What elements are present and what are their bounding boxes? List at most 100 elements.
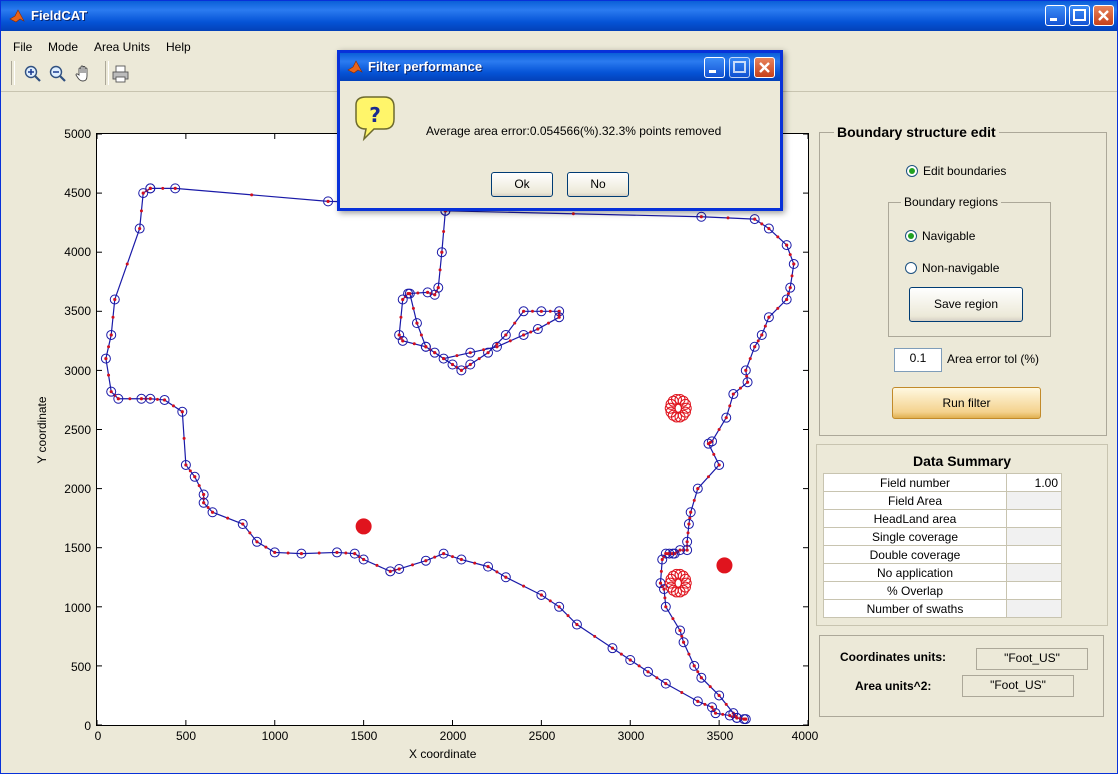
summary-value[interactable]: [1006, 563, 1062, 582]
summary-label: Double coverage: [823, 545, 1007, 564]
boundary-point-dot: [660, 557, 664, 562]
area-error-tol-input[interactable]: 0.1: [894, 348, 942, 372]
filtered-point-dot: [107, 345, 111, 349]
boundary-point-dot: [109, 333, 113, 337]
boundary-point-dot: [767, 226, 771, 231]
close-button[interactable]: [1093, 5, 1114, 26]
plot-area[interactable]: [96, 133, 809, 726]
window-title: FieldCAT: [31, 8, 88, 23]
summary-value[interactable]: [1006, 491, 1062, 510]
run-filter-button[interactable]: Run filter: [892, 387, 1041, 419]
ok-button[interactable]: Ok: [491, 172, 553, 197]
boundary-point-dot: [742, 717, 746, 721]
filtered-point-dot: [161, 186, 165, 190]
print-icon[interactable]: [111, 64, 131, 84]
filtered-point-dot: [548, 309, 552, 313]
menu-help[interactable]: Help: [166, 40, 191, 54]
zoom-out-icon[interactable]: [48, 64, 68, 84]
boundary-point-dot: [139, 397, 144, 401]
filtered-point-dot: [790, 274, 794, 278]
non-navigable-radio[interactable]: [905, 262, 917, 274]
no-button[interactable]: No: [567, 172, 629, 197]
x-tick-label: 2000: [439, 729, 467, 743]
dialog-minimize-button[interactable]: [704, 57, 725, 78]
boundary-point-dot: [628, 658, 632, 662]
filtered-point-dot: [708, 685, 712, 689]
boundary-point-dot: [273, 550, 277, 555]
boundary-point-dot: [731, 392, 735, 396]
minimize-icon: [1050, 18, 1057, 21]
summary-value[interactable]: [1006, 527, 1062, 546]
boundary-point-dot: [436, 286, 440, 290]
filtered-point-dot: [619, 652, 623, 656]
zoom-in-icon[interactable]: [23, 64, 43, 84]
boundary-point-dot: [696, 487, 700, 491]
filtered-point-dot: [139, 209, 143, 213]
boundary-point-dot: [113, 297, 117, 302]
x-tick-label: 1000: [261, 729, 289, 743]
filtered-point-dot: [197, 484, 201, 488]
filtered-point-dot: [111, 315, 115, 319]
menu-area-units[interactable]: Area Units: [94, 40, 150, 54]
navigable-radio[interactable]: [905, 230, 917, 242]
table-row: Field number 1.00: [823, 473, 1062, 492]
filtered-point-dot: [760, 222, 764, 226]
boundary-point-dot: [689, 510, 693, 514]
area-units-label: Area units^2:: [855, 679, 932, 693]
summary-label: Number of swaths: [823, 599, 1007, 618]
table-row: No application: [823, 563, 1062, 582]
minimize-button[interactable]: [1045, 5, 1066, 26]
filtered-point-dot: [763, 324, 767, 328]
boundary-point-dot: [753, 217, 757, 221]
filtered-point-dot: [226, 516, 230, 520]
filtered-point-dot: [477, 357, 481, 361]
boundary-point-dot: [664, 605, 668, 609]
summary-value[interactable]: 1.00: [1006, 473, 1062, 492]
filtered-point-dot: [712, 452, 716, 456]
menu-mode[interactable]: Mode: [48, 40, 78, 54]
boundary-point-dot: [193, 475, 197, 479]
menu-file[interactable]: File: [13, 40, 32, 54]
boundary-point-dot: [687, 522, 691, 526]
dialog-title: Filter performance: [368, 59, 483, 74]
summary-value[interactable]: [1006, 581, 1062, 600]
filtered-point-dot: [659, 569, 663, 573]
save-region-button[interactable]: Save region: [909, 287, 1023, 322]
filtered-point-dot: [548, 599, 552, 603]
boundary-point-dot: [728, 713, 732, 718]
y-tick-label: 3500: [64, 304, 91, 318]
boundary-edit-group: Boundary structure edit Edit boundaries …: [819, 124, 1107, 436]
boundary-point-dot: [442, 552, 446, 556]
boundary-point-dot: [692, 664, 696, 668]
filtered-point-dot: [433, 351, 437, 355]
boundary-regions-group: Boundary regions Navigable Non-navigable…: [888, 195, 1051, 337]
filtered-point-dot: [721, 712, 725, 716]
pan-hand-icon[interactable]: [74, 64, 94, 84]
filtered-point-dot: [692, 498, 696, 502]
filtered-point-dot: [703, 702, 707, 706]
summary-value[interactable]: [1006, 599, 1062, 618]
boundary-point-dot: [459, 557, 463, 562]
boundary-point-dot: [184, 463, 188, 467]
summary-value[interactable]: [1006, 509, 1062, 528]
edit-boundaries-radio[interactable]: [906, 165, 918, 177]
x-tick-label: 500: [175, 729, 197, 743]
dialog-maximize-button[interactable]: [729, 57, 750, 78]
boundary-point-dot: [717, 693, 721, 698]
summary-value[interactable]: [1006, 545, 1062, 564]
boundary-point-dot: [699, 215, 703, 219]
title-bar: FieldCAT: [1, 1, 1117, 31]
maximize-button[interactable]: [1069, 5, 1090, 26]
boundary-point-dot: [450, 362, 455, 367]
boundary-point-dot: [440, 250, 444, 254]
main-window: FieldCAT File Mode Area Units Help 5000 …: [0, 0, 1118, 774]
dialog-close-button[interactable]: [754, 57, 775, 78]
boundary-point-dot: [696, 699, 700, 703]
boundary-point-dot: [788, 286, 792, 290]
area-units-value: "Foot_US": [962, 675, 1074, 697]
filtered-point-dot: [687, 652, 691, 656]
boundary-point-dot: [202, 501, 206, 505]
filtered-point-dot: [686, 531, 690, 535]
filtered-point-dot: [248, 531, 252, 535]
filtered-point-dot: [442, 230, 446, 234]
